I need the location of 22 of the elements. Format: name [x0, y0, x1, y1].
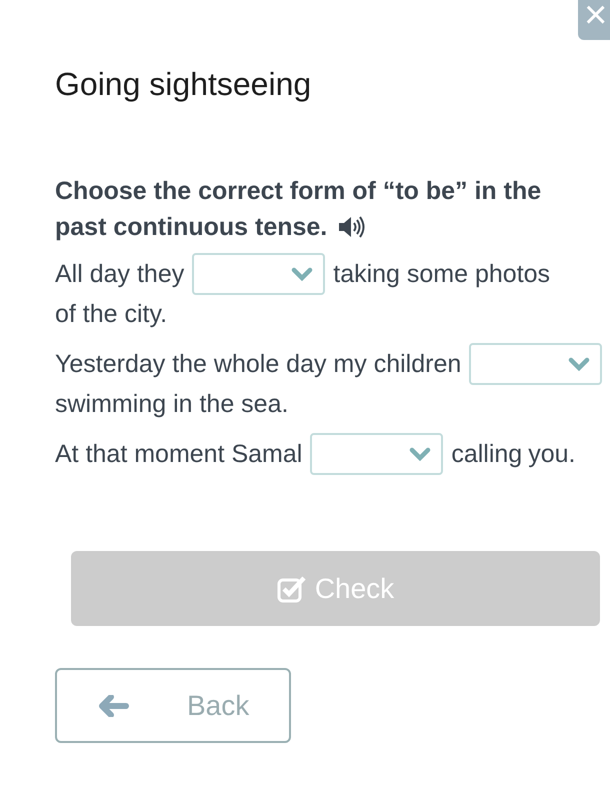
sentence-text: swimming in the sea. [55, 389, 288, 420]
chevron-down-icon [291, 267, 314, 281]
back-button[interactable]: Back [55, 668, 291, 743]
instruction-text: Choose the correct form of “to be” in the [55, 177, 542, 205]
sentence-text: calling [451, 439, 522, 470]
chevron-down-icon [568, 357, 590, 371]
sentence-text: All day they [55, 259, 184, 290]
speaker-icon[interactable] [337, 216, 366, 238]
answer-dropdown[interactable] [192, 253, 326, 295]
sentence-text: you. [528, 439, 576, 470]
sentence-text: taking some photos [333, 259, 550, 290]
instruction-text: past continuous tense. [55, 212, 328, 243]
arrow-left-icon [99, 694, 129, 716]
page-title: Going sightseeing [55, 65, 312, 104]
answer-dropdown[interactable] [469, 343, 602, 385]
sentence-text: At that moment Samal [55, 439, 302, 470]
close-button[interactable]: × [578, 0, 610, 40]
checkbox-checked-icon [276, 574, 307, 602]
sentence-text: of the city. [55, 299, 168, 330]
answer-dropdown[interactable] [310, 433, 444, 475]
sentence-text: Yesterday the whole day my children [55, 349, 462, 380]
chevron-down-icon [409, 447, 432, 461]
